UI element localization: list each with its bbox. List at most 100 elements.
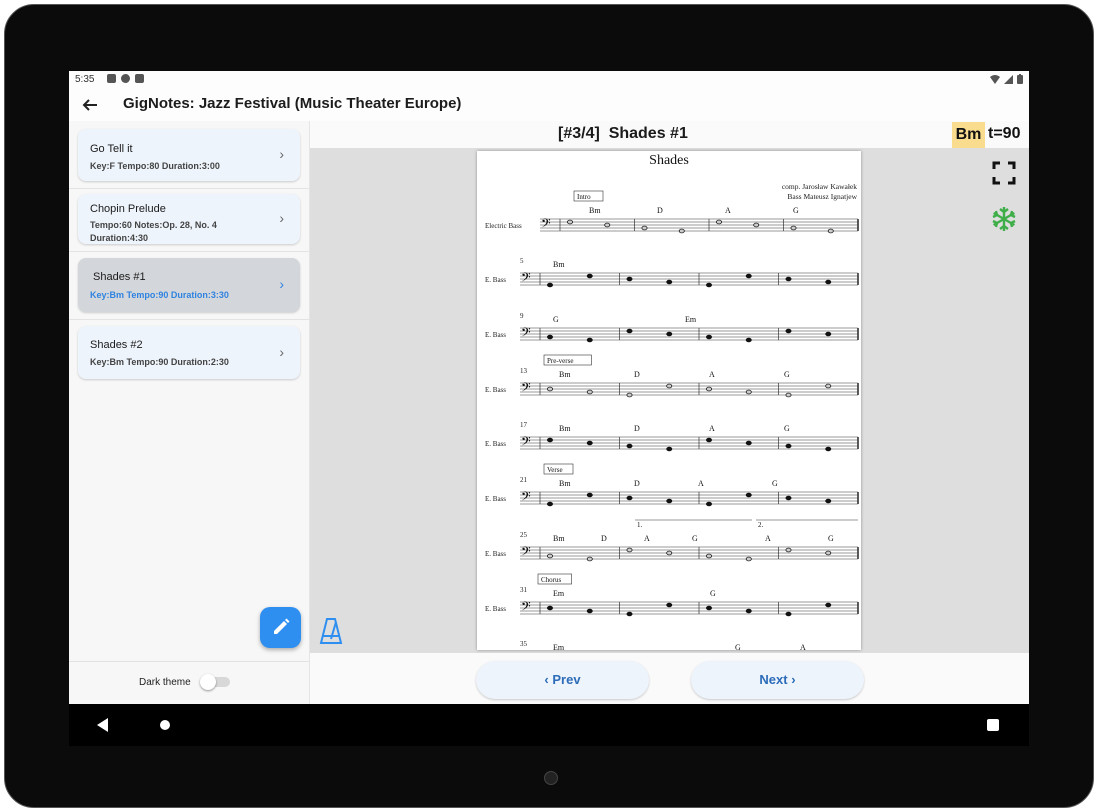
- note-head: [586, 492, 593, 498]
- staff-instrument-label: E. Bass: [485, 495, 506, 503]
- dark-theme-label: Dark theme: [139, 677, 191, 688]
- sheet-viewer[interactable]: Shades comp. Jarosław Kawałek Bass Mateusz…: [310, 148, 1029, 653]
- chord-symbol: Bm: [589, 206, 601, 215]
- setlist-item-title: Chopin Prelude: [90, 203, 166, 215]
- measure-number: 31: [520, 586, 528, 594]
- setlist-item-shades-1[interactable]: Shades #1 Key:Bm Tempo:90 Duration:3:30 …: [78, 258, 300, 312]
- snowflake-icon: [992, 207, 1016, 231]
- chord-symbol: A: [709, 370, 715, 379]
- notification-icons: [107, 74, 144, 83]
- measure-number: 35: [520, 640, 528, 648]
- setlist-item-go-tell-it[interactable]: Go Tell it Key:F Tempo:80 Duration:3:00 …: [78, 129, 300, 181]
- metronome-icon: [319, 618, 343, 644]
- chord-symbol: A: [725, 206, 731, 215]
- setlist-sidebar: Go Tell it Key:F Tempo:80 Duration:3:00 …: [69, 121, 310, 704]
- staff-instrument-label: E. Bass: [485, 550, 506, 558]
- system-back-icon[interactable]: [97, 718, 108, 732]
- setlist-item-title: Shades #1: [93, 271, 146, 283]
- chord-symbol: G: [772, 479, 778, 488]
- chord-symbol: G: [784, 370, 790, 379]
- chord-symbol: G: [692, 534, 698, 543]
- note-head: [785, 328, 792, 334]
- app-title: GigNotes: Jazz Festival (Music Theater E…: [123, 95, 462, 112]
- bass-clef-icon: 𝄢: [521, 491, 531, 507]
- note-head: [745, 337, 752, 343]
- freeze-button[interactable]: [990, 205, 1018, 233]
- song-position: [#3/4]: [558, 125, 600, 142]
- chord-symbol: D: [634, 479, 640, 488]
- back-arrow-icon[interactable]: [79, 95, 101, 115]
- dark-theme-toggle[interactable]: [200, 674, 230, 690]
- note-head: [745, 440, 752, 446]
- next-button[interactable]: Next ›: [691, 661, 864, 699]
- setlist-item-chopin-prelude[interactable]: Chopin Prelude Tempo:60 Notes:Op. 28, No…: [78, 194, 300, 244]
- note-head: [666, 279, 673, 285]
- sheet-arranger: Bass Mateusz Ignatjew: [787, 192, 857, 201]
- note-head: [547, 437, 554, 443]
- setlist-item-subtitle: Key:F Tempo:80 Duration:3:00: [90, 161, 220, 171]
- edit-button[interactable]: [260, 607, 301, 648]
- measure-number: 5: [520, 257, 524, 265]
- chevron-right-icon: ›: [787, 672, 796, 687]
- bass-clef-icon: 𝄢: [521, 272, 531, 288]
- app-bar: GigNotes: Jazz Festival (Music Theater E…: [69, 89, 1029, 121]
- note-head: [586, 337, 593, 343]
- rehearsal-mark: Chorus: [541, 576, 562, 584]
- note-head: [666, 498, 673, 504]
- note-head: [825, 498, 832, 504]
- fullscreen-button[interactable]: [992, 161, 1016, 185]
- chord-symbol: A: [800, 643, 806, 650]
- dark-theme-row: Dark theme: [69, 661, 309, 704]
- sheet-composer: comp. Jarosław Kawałek: [782, 182, 857, 191]
- measure-number: 13: [520, 367, 528, 375]
- note-head: [626, 495, 633, 501]
- app-screen: 5:35 GigNotes: Jazz Festival (Music Thea…: [69, 71, 1029, 704]
- rehearsal-mark: Intro: [577, 193, 591, 201]
- metronome-button[interactable]: [319, 617, 343, 645]
- divider: [69, 319, 309, 320]
- system-indicators: [990, 74, 1023, 84]
- chord-symbol: Em: [553, 643, 565, 650]
- status-bar: 5:35: [69, 71, 1029, 89]
- song-title: [#3/4] Shades #1: [558, 125, 688, 143]
- camera-icon: [544, 771, 558, 785]
- notification-sync-icon: [121, 74, 130, 83]
- key-badge: Bm: [952, 122, 985, 148]
- chord-symbol: D: [657, 206, 663, 215]
- setlist-item-subtitle: Key:Bm Tempo:90 Duration:3:30: [90, 290, 229, 300]
- rehearsal-mark: Verse: [547, 466, 563, 474]
- note-head: [586, 273, 593, 279]
- staff-instrument-label: Electric Bass: [485, 222, 522, 230]
- note-head: [705, 282, 712, 288]
- staff-instrument-label: E. Bass: [485, 331, 506, 339]
- chord-symbol: Bm: [559, 424, 571, 433]
- notification-sd-icon: [135, 74, 144, 83]
- chevron-right-icon: ›: [279, 146, 284, 162]
- tempo-label: t=90: [988, 125, 1021, 142]
- note-head: [785, 276, 792, 282]
- setlist-item-title: Shades #2: [90, 339, 143, 351]
- system-home-icon[interactable]: [160, 720, 170, 730]
- note-head: [745, 273, 752, 279]
- system-recents-icon[interactable]: [987, 719, 999, 731]
- note-head: [547, 605, 554, 611]
- note-head: [745, 608, 752, 614]
- note-head: [825, 331, 832, 337]
- note-head: [626, 443, 633, 449]
- note-head: [705, 437, 712, 443]
- measure-number: 25: [520, 531, 528, 539]
- note-head: [705, 501, 712, 507]
- prev-button[interactable]: ‹ Prev: [476, 661, 649, 699]
- note-head: [666, 331, 673, 337]
- setlist-item-shades-2[interactable]: Shades #2 Key:Bm Tempo:90 Duration:2:30 …: [78, 326, 300, 379]
- sheet-music-page: Shades comp. Jarosław Kawałek Bass Mateusz…: [477, 151, 861, 650]
- chord-symbol: G: [553, 315, 559, 324]
- volta-label: 2.: [758, 521, 764, 529]
- note-head: [547, 282, 554, 288]
- chord-symbol: Em: [553, 589, 565, 598]
- chord-symbol: Bm: [553, 534, 565, 543]
- note-head: [785, 611, 792, 617]
- bass-clef-icon: 𝄢: [541, 218, 551, 234]
- chord-symbol: A: [644, 534, 650, 543]
- chord-symbol: Bm: [559, 370, 571, 379]
